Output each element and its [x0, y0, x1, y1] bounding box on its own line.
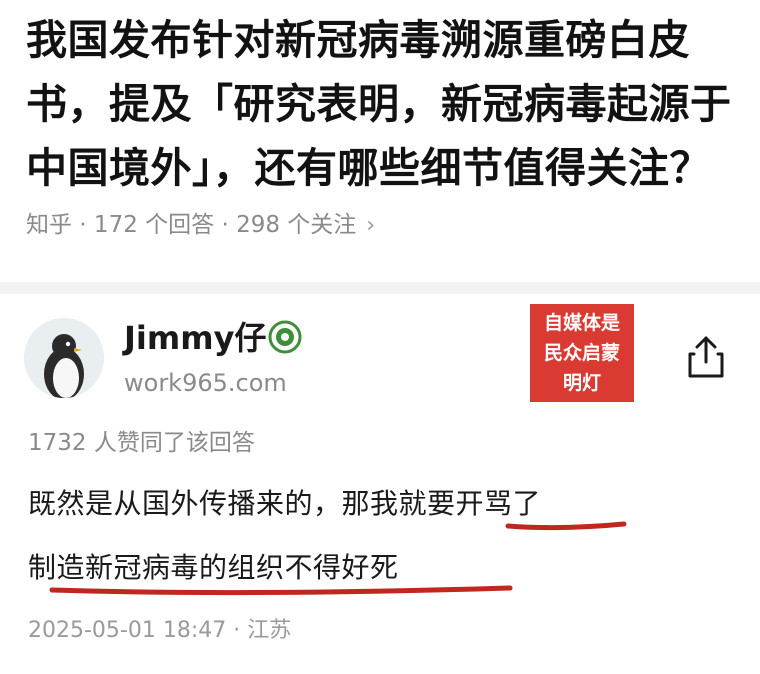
question-stats: 知乎 · 172 个回答 · 298 个关注: [26, 212, 357, 238]
share-icon[interactable]: [686, 334, 726, 380]
question-meta[interactable]: 知乎 · 172 个回答 · 298 个关注 ›: [26, 208, 375, 243]
underline-mark: [505, 521, 627, 531]
vote-count: 1732 人赞同了该回答: [28, 430, 255, 456]
question-card: 我国发布针对新冠病毒溯源重磅白皮书，提及「研究表明，新冠病毒起源于中国境外」，还…: [0, 0, 760, 282]
section-divider: [0, 282, 760, 294]
question-title[interactable]: 我国发布针对新冠病毒溯源重磅白皮书，提及「研究表明，新冠病毒起源于中国境外」，还…: [26, 8, 736, 200]
stamp-line: 明灯: [562, 372, 601, 394]
author-avatar[interactable]: [24, 318, 104, 398]
verified-badge-icon: [268, 320, 302, 354]
answer-text-line: 既然是从国外传播来的，那我就要开骂了: [28, 487, 542, 520]
chevron-right-icon: ›: [366, 213, 376, 238]
stamp-line: 民众启蒙: [543, 342, 620, 364]
author-subtitle: work965.com: [124, 369, 287, 397]
answer-timestamp: 2025-05-01 18:47 · 江苏: [28, 618, 292, 643]
watermark-stamp: 自媒体是 民众启蒙 明灯: [530, 304, 634, 402]
stamp-line: 自媒体是: [543, 312, 620, 334]
author-name[interactable]: Jimmy仔: [124, 316, 266, 360]
penguin-avatar-icon: [24, 318, 104, 398]
underline-mark: [49, 585, 513, 596]
answer-text-line: 制造新冠病毒的组织不得好死: [28, 551, 399, 584]
answer-card: Jimmy仔 work965.com 自媒体是 民众启蒙 明灯 1732 人赞同…: [0, 294, 760, 674]
